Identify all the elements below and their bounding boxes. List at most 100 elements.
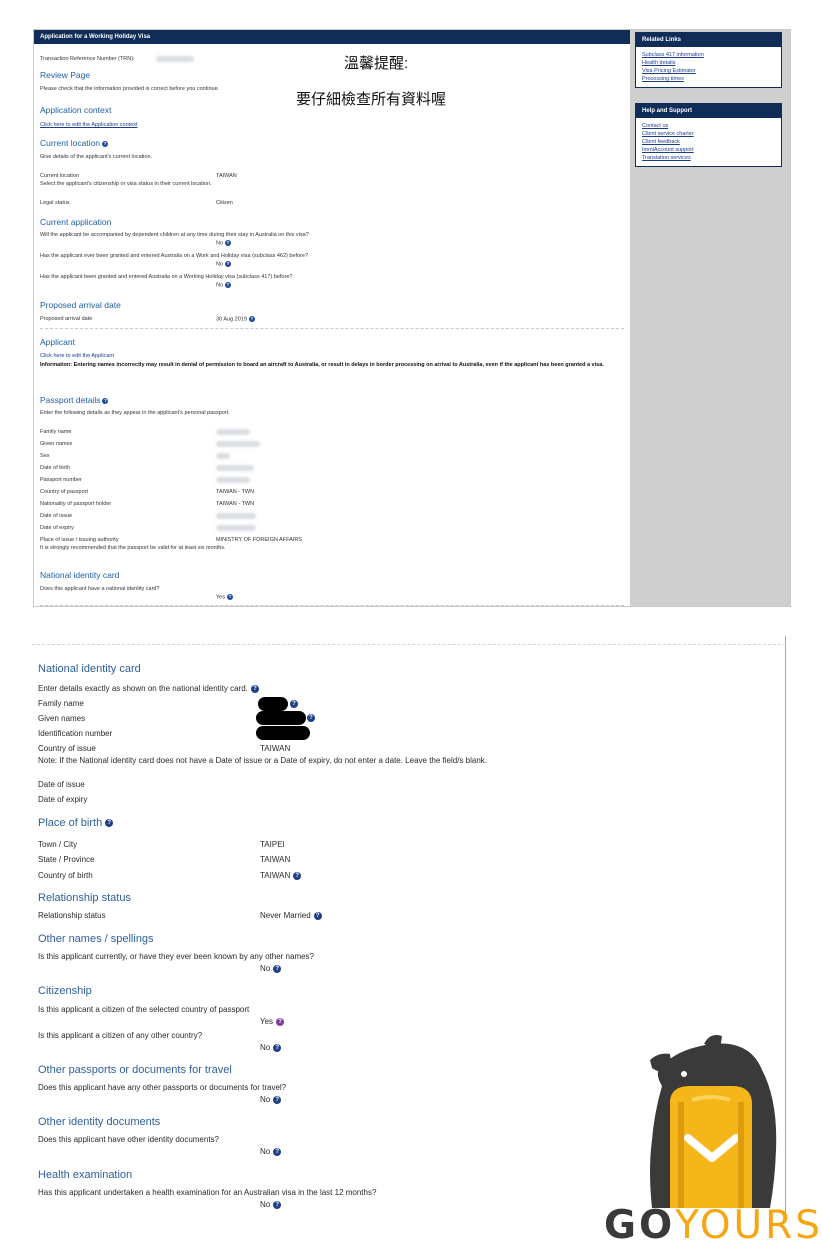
help-icon[interactable]: ? xyxy=(290,700,298,708)
answer-subclass-417: No? xyxy=(216,282,232,289)
divider xyxy=(40,605,624,606)
help-icon[interactable]: ? xyxy=(273,1200,282,1209)
legal-status-value: Citizen xyxy=(216,200,233,206)
redacted-value xyxy=(216,441,260,447)
citizenship-question-1: Is this applicant a citizen of the selec… xyxy=(38,1005,250,1014)
link-service-charter[interactable]: Client service charter xyxy=(642,130,775,138)
town-value: TAIPEI xyxy=(260,840,285,849)
passport-row-label: Date of issue xyxy=(40,513,73,519)
divider xyxy=(40,328,624,329)
help-icon[interactable]: ? xyxy=(225,282,232,288)
health-question: Has this applicant undertaken a health e… xyxy=(38,1188,377,1197)
help-icon[interactable]: ? xyxy=(276,1017,285,1026)
relationship-label: Relationship status xyxy=(38,911,106,920)
answer-dependent-children: No? xyxy=(216,240,232,247)
link-processing-times[interactable]: Processing times xyxy=(642,75,775,83)
passport-row-label: Given names xyxy=(40,441,73,447)
date-expiry-label: Date of expiry xyxy=(38,795,88,804)
other-names-question: Is this applicant currently, or have the… xyxy=(38,952,315,961)
country-issue-value: TAIWAN xyxy=(260,744,291,753)
edit-applicant-link[interactable]: Click here to edit the Applicant xyxy=(40,353,114,359)
page-header: Application for a Working Holiday Visa xyxy=(34,30,630,44)
help-icon[interactable]: ? xyxy=(226,594,233,600)
passport-row-value: TAIWAN - TWN xyxy=(216,489,255,495)
reminder-line-1: 溫馨提醒: xyxy=(344,55,409,72)
nid-answer: Yes? xyxy=(216,594,233,601)
link-translation-services[interactable]: Translation services xyxy=(642,154,775,162)
current-application-title: Current application xyxy=(40,217,112,227)
other-ids-question: Does this applicant have other identity … xyxy=(38,1135,219,1144)
sidebar: Related Links Subclass 417 information H… xyxy=(630,30,790,606)
passport-row-label: Date of expiry xyxy=(40,525,74,531)
divider xyxy=(32,644,786,645)
passport-note: It is strongly recommended that the pass… xyxy=(40,545,226,551)
related-links-box: Related Links Subclass 417 information H… xyxy=(635,32,782,88)
redacted-value xyxy=(216,453,230,459)
link-immiaccount-support[interactable]: ImmiAccount support xyxy=(642,146,775,154)
goyours-wordmark: GOYOURS xyxy=(604,1203,822,1246)
edit-context-link[interactable]: Click here to edit the Application conte… xyxy=(40,122,138,128)
arrival-value: 30 Aug 2019? xyxy=(216,316,255,323)
link-contact-us[interactable]: Contact us xyxy=(642,122,775,130)
country-issue-label: Country of issue xyxy=(38,744,96,753)
link-client-feedback[interactable]: Client feedback xyxy=(642,138,775,146)
passport-row-label: Passport number xyxy=(40,477,82,483)
birth-country-label: Country of birth xyxy=(38,871,93,880)
link-subclass-417[interactable]: Subclass 417 information xyxy=(642,51,775,59)
citizenship-question-2: Is this applicant a citizen of any other… xyxy=(38,1031,203,1040)
redacted-value xyxy=(216,465,254,471)
id-number-label: Identification number xyxy=(38,729,113,738)
arrival-title: Proposed arrival date xyxy=(40,300,121,310)
help-icon[interactable]: ? xyxy=(225,261,232,267)
redacted-given-names xyxy=(256,711,306,725)
passport-row-label: Sex xyxy=(40,453,50,459)
help-icon[interactable]: ? xyxy=(250,684,259,693)
help-icon[interactable]: ? xyxy=(248,316,255,322)
other-ids-answer: No? xyxy=(260,1147,282,1156)
state-value: TAIWAN xyxy=(260,855,291,864)
main-content: Application for a Working Holiday Visa T… xyxy=(34,30,630,606)
citizenship-answer-1: Yes? xyxy=(260,1017,285,1026)
help-icon[interactable]: ? xyxy=(225,240,232,246)
passport-row-label: Nationality of passport holder xyxy=(40,501,112,507)
redacted-value xyxy=(216,477,250,483)
help-icon[interactable]: ? xyxy=(102,397,109,404)
arrival-label: Proposed arrival date xyxy=(40,316,93,322)
help-icon[interactable]: ? xyxy=(273,964,282,973)
passport-row-label: Family name xyxy=(40,429,72,435)
applicant-title: Applicant xyxy=(40,337,75,347)
passport-row-value: MINISTRY OF FOREIGN AFFAIRS xyxy=(216,537,302,543)
date-issue-label: Date of issue xyxy=(38,780,85,789)
help-icon[interactable]: ? xyxy=(105,819,114,828)
question-subclass-462: Has the applicant ever been granted and … xyxy=(40,253,309,259)
nid-question: Does this applicant have a national iden… xyxy=(40,586,160,592)
help-icon[interactable]: ? xyxy=(273,1043,282,1052)
backpack-icon xyxy=(670,1086,752,1208)
other-ids-title: Other identity documents xyxy=(38,1116,161,1128)
nid-note: Note: If the National identity card does… xyxy=(38,756,488,765)
passport-row-label: Date of birth xyxy=(40,465,70,471)
passport-desc: Enter the following details as they appe… xyxy=(40,410,230,416)
other-passports-question: Does this applicant have any other passp… xyxy=(38,1083,287,1092)
related-links-title: Related Links xyxy=(636,33,781,47)
relationship-value: Never Married? xyxy=(260,911,322,920)
trn-label: Transaction Reference Number (TRN): xyxy=(40,56,135,62)
nid-title: National identity card xyxy=(40,570,120,580)
passport-row-label: Country of passport xyxy=(40,489,88,495)
link-pricing-estimator[interactable]: Visa Pricing Estimator xyxy=(642,67,775,75)
help-icon[interactable]: ? xyxy=(273,1147,282,1156)
help-icon[interactable]: ? xyxy=(307,714,315,722)
context-title: Application context xyxy=(40,105,112,115)
help-icon[interactable]: ? xyxy=(273,1095,282,1104)
help-icon[interactable]: ? xyxy=(293,871,302,880)
relationship-title: Relationship status xyxy=(38,892,131,904)
passport-row-value: TAIWAN - TWN xyxy=(216,501,255,507)
review-title: Review Page xyxy=(40,70,91,80)
help-icon[interactable]: ? xyxy=(313,911,322,920)
trn-redacted xyxy=(156,56,194,62)
redacted-family-name xyxy=(258,697,288,711)
help-icon[interactable]: ? xyxy=(102,140,109,147)
link-health-details[interactable]: Health details xyxy=(642,59,775,67)
applicant-info: Information: Entering names incorrectly … xyxy=(40,362,604,368)
review-desc: Please check that the information provid… xyxy=(40,86,220,92)
